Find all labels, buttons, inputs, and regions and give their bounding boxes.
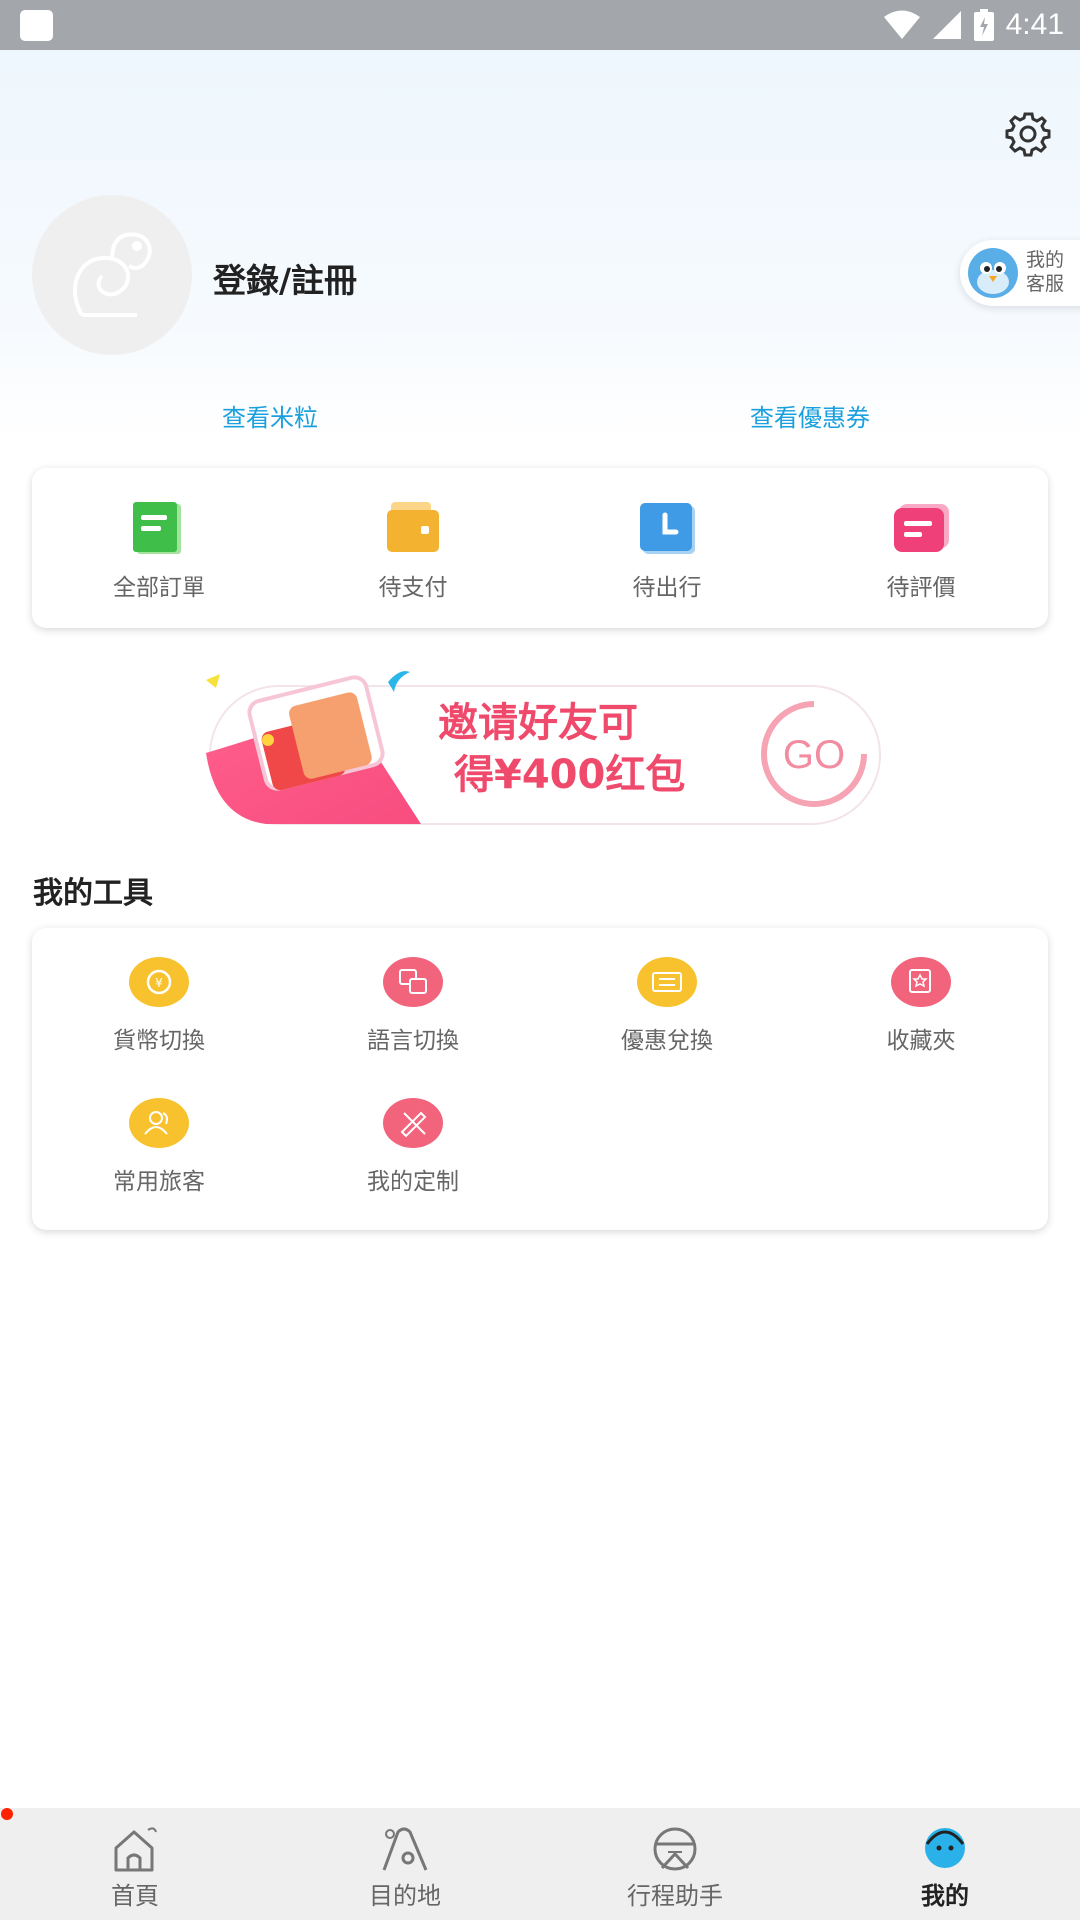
customer-service-button[interactable]: 我的客服 — [960, 240, 1080, 306]
tool-my-customize[interactable]: 我的定制 — [286, 1069, 540, 1209]
login-register-link[interactable]: 登錄/註冊 — [213, 254, 357, 302]
notification-icon — [20, 10, 53, 41]
battery-icon — [973, 9, 994, 41]
notification-dot — [1, 1808, 13, 1820]
tools-section-title: 我的工具 — [33, 876, 153, 911]
order-pending-payment[interactable]: 待支付 — [286, 468, 540, 628]
destination-icon — [382, 1827, 428, 1871]
tool-label: 常用旅客 — [113, 1169, 205, 1195]
nav-profile[interactable]: 我的 — [810, 1808, 1080, 1920]
order-label: 全部訂單 — [113, 575, 205, 601]
invite-banner[interactable]: 邀请好友可 得¥400红包 GO — [196, 668, 886, 830]
favorites-icon — [891, 957, 951, 1007]
tool-frequent-travelers[interactable]: 常用旅客 — [32, 1069, 286, 1209]
banner-line-2: 得¥400红包 — [454, 752, 685, 798]
nav-label: 目的地 — [369, 1882, 441, 1910]
order-pending-review[interactable]: 待評價 — [794, 468, 1048, 628]
customize-icon — [383, 1098, 443, 1148]
ticket-icon — [637, 957, 697, 1007]
orders-card: 全部訂單 待支付 待出行 待評價 — [32, 468, 1048, 628]
status-icons: 4:41 — [883, 8, 1064, 42]
all-orders-icon — [133, 502, 181, 554]
view-rice-link[interactable]: 查看米粒 — [222, 398, 318, 433]
nav-destination[interactable]: 目的地 — [270, 1808, 540, 1920]
order-pending-trip[interactable]: 待出行 — [540, 468, 794, 628]
clock-time: 4:41 — [1005, 8, 1064, 41]
tool-label: 收藏夾 — [886, 1028, 956, 1054]
view-coupons-link[interactable]: 查看優惠券 — [750, 398, 870, 433]
avatar[interactable] — [32, 195, 192, 355]
banner-line-1: 邀请好友可 — [438, 700, 638, 746]
clock-icon — [640, 503, 695, 554]
tool-coupon-redeem[interactable]: 優惠兌換 — [540, 928, 794, 1068]
profile-icon — [925, 1828, 965, 1868]
nav-label: 首頁 — [111, 1882, 159, 1910]
wallet-icon — [387, 502, 439, 552]
invite-banner-graphic: 邀请好友可 得¥400红包 GO — [206, 671, 881, 825]
tool-currency[interactable]: ¥ 貨幣切換 — [32, 928, 286, 1068]
customer-service-bird-icon — [968, 248, 1018, 298]
status-bar: 4:41 — [0, 0, 1080, 50]
tool-favorites[interactable]: 收藏夾 — [794, 928, 1048, 1068]
language-icon — [383, 957, 443, 1007]
nav-trip-assistant[interactable]: 行程助手 — [540, 1808, 810, 1920]
signal-icon — [932, 11, 961, 39]
wifi-icon — [883, 10, 920, 39]
nav-label: 行程助手 — [627, 1882, 723, 1910]
review-icon — [894, 504, 949, 552]
banner-go-label: GO — [783, 733, 845, 777]
order-label: 待出行 — [632, 575, 702, 601]
tool-label: 貨幣切換 — [113, 1028, 205, 1054]
bottom-nav: 首頁 目的地 行程助手 我的 — [0, 1808, 1080, 1920]
svg-text:¥: ¥ — [155, 976, 163, 990]
home-icon — [114, 1827, 157, 1872]
tool-language[interactable]: 語言切換 — [286, 928, 540, 1068]
nav-label: 我的 — [921, 1882, 969, 1910]
trip-assistant-icon — [653, 1827, 697, 1871]
tool-label: 優惠兌換 — [621, 1028, 713, 1054]
nav-home[interactable]: 首頁 — [0, 1808, 270, 1920]
order-all[interactable]: 全部訂單 — [32, 468, 286, 628]
travelers-icon — [129, 1098, 189, 1148]
tool-label: 語言切換 — [367, 1028, 459, 1054]
customer-service-label: 我的客服 — [1026, 249, 1065, 295]
order-label: 待支付 — [378, 575, 448, 601]
tool-label: 我的定制 — [367, 1169, 459, 1195]
tools-card: ¥ 貨幣切換 語言切換 優惠兌換 收藏夾 常用旅客 我的定制 — [32, 928, 1048, 1230]
default-avatar-icon — [72, 232, 152, 317]
currency-icon: ¥ — [129, 957, 189, 1007]
settings-gear-icon[interactable] — [1004, 110, 1052, 158]
order-label: 待評價 — [886, 575, 956, 601]
